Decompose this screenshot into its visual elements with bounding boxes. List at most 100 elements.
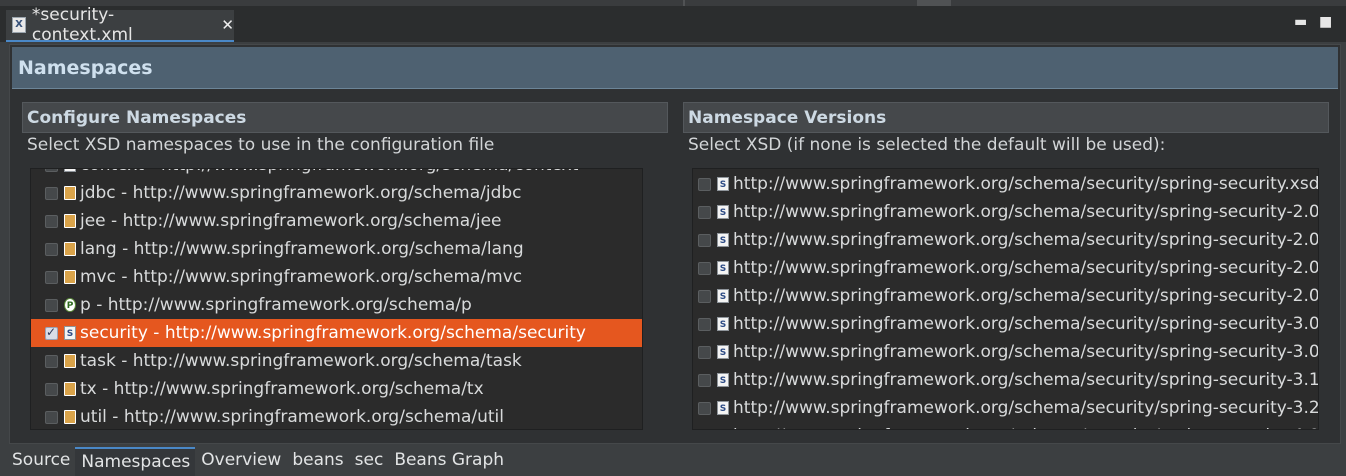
namespace-circle-icon: P [64,298,76,312]
close-icon[interactable]: ✕ [221,16,234,34]
namespace-page-icon [64,169,76,172]
version-row[interactable]: Shttp://www.springframework.org/schema/s… [693,254,1318,282]
namespace-db-icon [64,242,76,256]
namespace-row[interactable]: jdbc - http://www.springframework.org/sc… [31,179,642,207]
strip-marker [917,0,951,6]
version-list[interactable]: Shttp://www.springframework.org/schema/s… [692,168,1319,430]
version-label: http://www.springframework.org/schema/se… [733,202,1319,222]
page-tab-beans[interactable]: beans [286,447,348,476]
namespace-versions-header: Namespace Versions [683,102,1329,133]
editor-tab-title: *security-context.xml [31,5,133,45]
namespace-row[interactable]: context - http://www.springframework.org… [31,169,642,179]
version-label: http://www.springframework.org/schema/se… [733,426,1318,429]
editor-tab-bar: X *security-context.xml ✕ ▬ ■ [0,0,1346,45]
xsd-file-icon: S [717,233,729,247]
namespace-label: jee - http://www.springframework.org/sch… [80,211,502,231]
namespace-list[interactable]: context - http://www.springframework.org… [30,168,643,430]
namespace-checkbox[interactable] [45,354,58,368]
page-tab-overview[interactable]: Overview [195,447,286,476]
namespace-checkbox[interactable] [45,382,58,396]
namespace-checkbox[interactable] [45,214,58,228]
version-checkbox[interactable] [698,289,711,303]
maximize-icon[interactable]: ■ [1319,14,1332,30]
namespace-label: context - http://www.springframework.org… [80,169,578,175]
configure-namespaces-description: Select XSD namespaces to use in the conf… [27,135,495,155]
version-checkbox[interactable] [698,430,711,431]
namespace-checkbox[interactable] [45,169,58,172]
xsd-file-icon: S [717,317,729,331]
version-row[interactable]: Shttp://www.springframework.org/schema/s… [693,338,1318,366]
namespace-checkbox[interactable] [45,242,58,256]
namespace-db-icon [64,214,76,228]
namespace-db-icon [64,410,76,424]
xsd-file-icon: S [717,261,729,275]
namespace-checkbox[interactable] [45,186,58,200]
version-checkbox[interactable] [698,401,711,415]
namespace-db-icon [64,382,76,396]
namespace-row[interactable]: Pp - http://www.springframework.org/sche… [31,291,642,319]
xsd-file-icon: S [717,345,729,359]
page-tab-source[interactable]: Source [6,447,75,476]
namespace-checkbox[interactable] [45,298,58,312]
version-row[interactable]: Shttp://www.springframework.org/schema/s… [693,282,1318,310]
version-row[interactable]: Shttp://www.springframework.org/schema/s… [693,170,1318,198]
namespace-label: security - http://www.springframework.or… [80,323,586,343]
version-checkbox[interactable] [698,205,711,219]
version-label: http://www.springframework.org/schema/se… [733,370,1319,390]
version-label: http://www.springframework.org/schema/se… [733,342,1319,362]
configure-namespaces-title: Configure Namespaces [27,108,247,128]
namespace-checkbox[interactable] [45,325,58,340]
namespace-row[interactable]: util - http://www.springframework.org/sc… [31,403,642,429]
namespace-db-icon [64,186,76,200]
section-title: Namespaces [18,57,153,79]
namespace-versions-description: Select XSD (if none is selected the defa… [688,135,1166,155]
version-checkbox[interactable] [698,233,711,247]
namespace-row[interactable]: jee - http://www.springframework.org/sch… [31,207,642,235]
namespace-row[interactable]: task - http://www.springframework.org/sc… [31,347,642,375]
version-checkbox[interactable] [698,373,711,387]
version-row[interactable]: Shttp://www.springframework.org/schema/s… [693,422,1318,431]
xsd-file-icon: S [717,289,729,303]
namespace-label: p - http://www.springframework.org/schem… [80,295,472,315]
namespace-label: util - http://www.springframework.org/sc… [80,407,504,427]
version-checkbox[interactable] [698,317,711,331]
version-row[interactable]: Shttp://www.springframework.org/schema/s… [693,310,1318,338]
namespace-row[interactable]: Ssecurity - http://www.springframework.o… [31,319,642,347]
version-checkbox[interactable] [698,261,711,275]
xsd-file-icon: S [717,177,729,191]
strip-divider [683,0,685,6]
version-checkbox[interactable] [698,345,711,359]
version-row[interactable]: Shttp://www.springframework.org/schema/s… [693,226,1318,254]
page-tab-sec[interactable]: sec [349,447,389,476]
editor-page-tabs: Source Namespaces Overview beans sec Beans Gr… [6,447,509,476]
xsd-file-icon: S [717,373,729,387]
xsd-file-icon: S [717,205,729,219]
xsd-file-icon: S [717,401,729,415]
configure-namespaces-header: Configure Namespaces [22,102,668,133]
version-row[interactable]: Shttp://www.springframework.org/schema/s… [693,198,1318,226]
namespace-row[interactable]: tx - http://www.springframework.org/sche… [31,375,642,403]
version-label: http://www.springframework.org/schema/se… [733,286,1319,306]
version-label: http://www.springframework.org/schema/se… [733,398,1319,418]
version-label: http://www.springframework.org/schema/se… [733,230,1319,250]
xml-file-icon: X [12,17,26,33]
namespace-page-icon: S [64,326,76,340]
version-row[interactable]: Shttp://www.springframework.org/schema/s… [693,366,1318,394]
page-tab-namespaces[interactable]: Namespaces [75,447,196,476]
namespace-checkbox[interactable] [45,410,58,424]
version-label: http://www.springframework.org/schema/se… [733,174,1319,194]
namespace-row[interactable]: lang - http://www.springframework.org/sc… [31,235,642,263]
minimize-icon[interactable]: ▬ [1294,14,1307,30]
version-checkbox[interactable] [698,177,711,191]
namespace-label: tx - http://www.springframework.org/sche… [80,379,484,399]
version-row[interactable]: Shttp://www.springframework.org/schema/s… [693,394,1318,422]
editor-tab-security-context[interactable]: X *security-context.xml ✕ [6,5,234,45]
section-header: Namespaces [12,47,1338,89]
page-tab-beans-graph[interactable]: Beans Graph [388,447,509,476]
namespace-row[interactable]: mvc - http://www.springframework.org/sch… [31,263,642,291]
xsd-file-icon: S [717,429,729,430]
version-label: http://www.springframework.org/schema/se… [733,258,1319,278]
namespace-label: task - http://www.springframework.org/sc… [80,351,522,371]
namespace-checkbox[interactable] [45,270,58,284]
namespaces-editor: Namespaces Configure Namespaces Select X… [9,44,1341,444]
